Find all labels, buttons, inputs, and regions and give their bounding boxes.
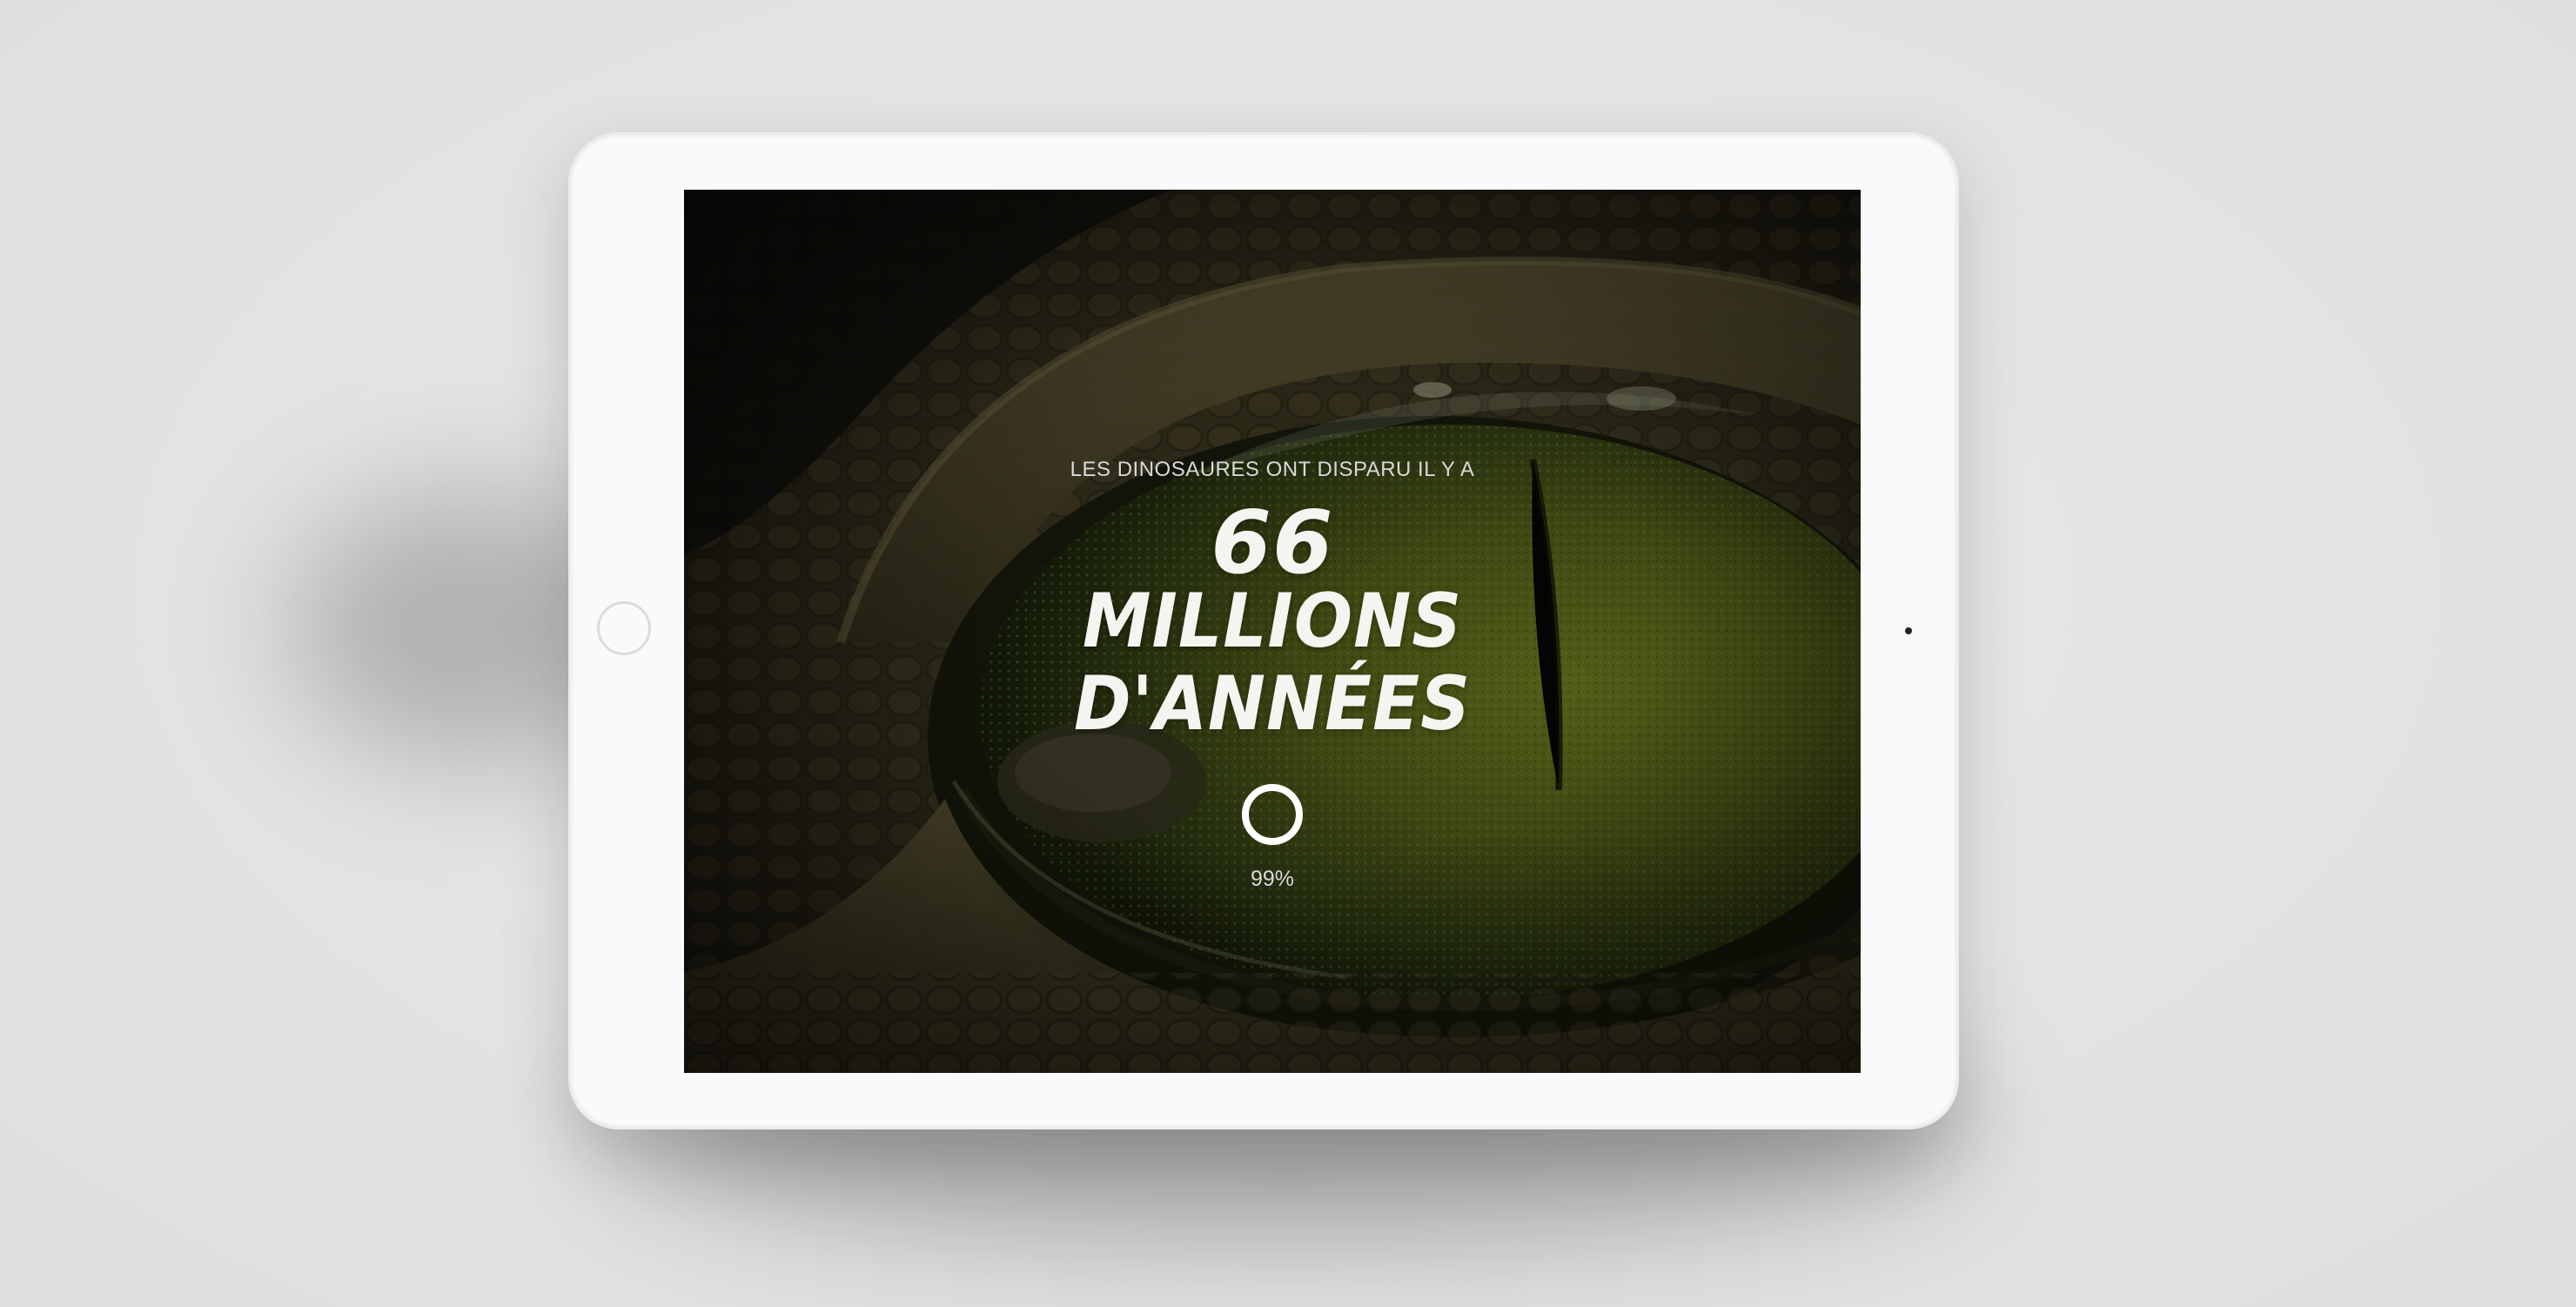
camera-icon: [1905, 627, 1912, 634]
headline-number: 66: [1211, 492, 1334, 593]
headline-years: D'ANNÉES: [1073, 660, 1472, 747]
page-background: LES DINOSAURES ONT DISPARU IL Y A 66 MIL…: [0, 0, 2576, 1307]
progress-ring-icon: [1242, 784, 1303, 845]
intro-text: LES DINOSAURES ONT DISPARU IL Y A: [1070, 458, 1475, 481]
home-button[interactable]: [597, 601, 651, 655]
loading-percent: 99%: [1250, 867, 1295, 891]
tablet-screen: LES DINOSAURES ONT DISPARU IL Y A 66 MIL…: [684, 190, 1861, 1073]
intro-screen: LES DINOSAURES ONT DISPARU IL Y A 66 MIL…: [684, 190, 1861, 1073]
headline-millions: MILLIONS: [1082, 578, 1463, 665]
tablet-device: LES DINOSAURES ONT DISPARU IL Y A 66 MIL…: [568, 132, 1959, 1129]
progress-ring-fill: [1242, 784, 1303, 845]
